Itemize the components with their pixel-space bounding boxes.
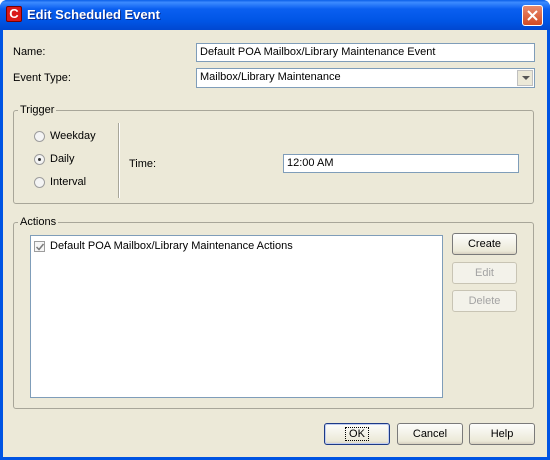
checkmark-icon	[36, 243, 44, 251]
dropdown-button[interactable]	[517, 70, 533, 86]
name-field[interactable]: Default POA Mailbox/Library Maintenance …	[196, 43, 535, 62]
trigger-divider	[118, 123, 120, 198]
close-icon	[527, 10, 538, 21]
name-label: Name:	[13, 46, 46, 58]
radio-interval-dot[interactable]	[34, 177, 45, 188]
radio-weekday-label: Weekday	[50, 130, 96, 142]
title-bar[interactable]: C Edit Scheduled Event	[0, 0, 550, 30]
event-type-label: Event Type:	[13, 72, 71, 84]
radio-weekday-dot[interactable]	[34, 131, 45, 142]
actions-list[interactable]: Default POA Mailbox/Library Maintenance …	[30, 235, 443, 398]
time-field[interactable]: 12:00 AM	[283, 154, 519, 173]
time-label: Time:	[129, 158, 157, 170]
cancel-button[interactable]: Cancel	[397, 423, 463, 445]
delete-button[interactable]: Delete	[452, 290, 517, 312]
action-item-label: Default POA Mailbox/Library Maintenance …	[50, 240, 293, 252]
help-button[interactable]: Help	[469, 423, 535, 445]
dialog-window: C Edit Scheduled Event Name: Default POA…	[0, 0, 550, 460]
radio-interval-label: Interval	[50, 176, 87, 188]
chevron-down-icon	[522, 76, 530, 80]
dialog-body: Name: Default POA Mailbox/Library Mainte…	[3, 30, 547, 457]
event-type-value: Mailbox/Library Maintenance	[200, 71, 341, 83]
actions-legend: Actions	[20, 216, 57, 228]
radio-daily-dot[interactable]	[34, 154, 45, 165]
radio-daily-label: Daily	[50, 153, 75, 165]
ok-button[interactable]: OK	[324, 423, 390, 445]
ok-button-label: OK	[345, 427, 369, 441]
create-button[interactable]: Create	[452, 233, 517, 255]
window-title: Edit Scheduled Event	[27, 7, 160, 22]
trigger-legend: Trigger	[20, 104, 55, 116]
event-type-select[interactable]: Mailbox/Library Maintenance	[196, 68, 535, 88]
close-button[interactable]	[522, 5, 543, 26]
app-icon: C	[6, 6, 22, 22]
action-checkbox[interactable]	[34, 241, 45, 252]
edit-button[interactable]: Edit	[452, 262, 517, 284]
